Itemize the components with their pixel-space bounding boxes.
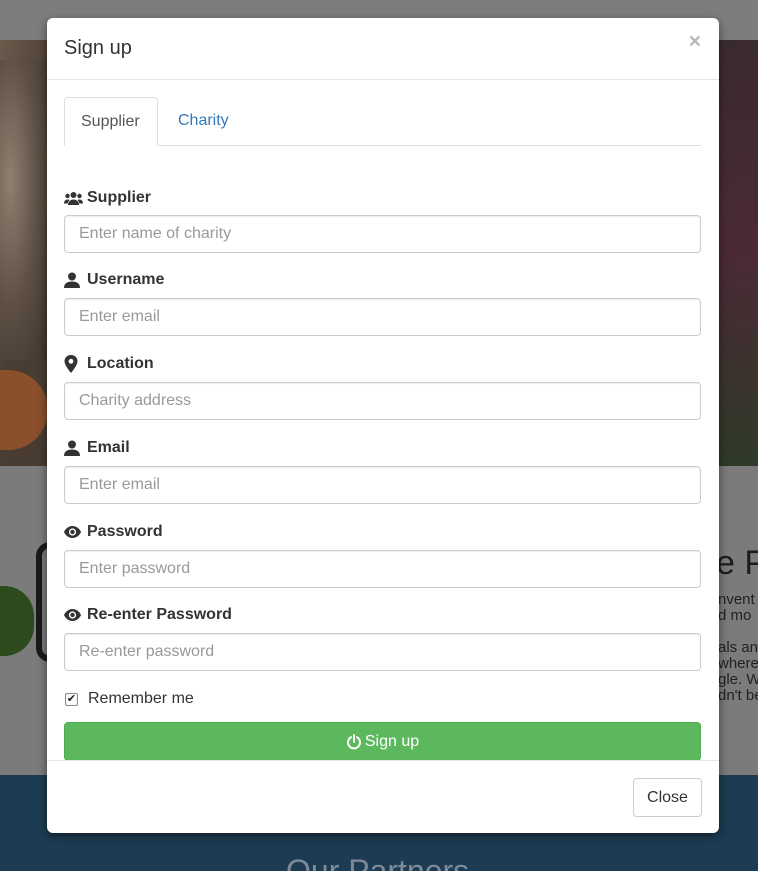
background-broccoli-image	[0, 586, 34, 656]
signup-button-label: Sign up	[364, 732, 420, 750]
background-text-line: als an	[718, 639, 758, 656]
location-label: Location	[64, 355, 154, 373]
remember-me-checkbox[interactable]: ✔	[65, 692, 78, 706]
tab-supplier[interactable]: Supplier	[64, 97, 158, 146]
background-text-line: gle. W	[718, 671, 758, 688]
signup-modal: Sign up × Supplier Charity Supplier User…	[47, 18, 719, 833]
background-text-line: nvent	[718, 591, 755, 608]
eye-icon	[64, 606, 84, 624]
modal-title: Sign up	[64, 37, 132, 59]
background-vegetable-left	[0, 60, 50, 360]
background-text-line: dn't be	[718, 687, 758, 704]
password-label-text: Password	[87, 523, 163, 540]
password-input[interactable]	[64, 550, 701, 588]
location-label-text: Location	[87, 355, 154, 372]
reenter-password-label-text: Re-enter Password	[87, 606, 232, 623]
signup-tabs: Supplier Charity	[64, 80, 701, 146]
modal-header: Sign up ×	[47, 18, 719, 80]
password-label: Password	[64, 523, 163, 541]
map-marker-icon	[64, 355, 84, 373]
remember-me[interactable]: ✔ Remember me	[64, 690, 194, 708]
signup-button[interactable]: Sign up	[64, 722, 701, 761]
background-text-line: where	[718, 655, 758, 672]
background-heading: e P	[716, 544, 758, 582]
power-icon	[346, 733, 362, 750]
background-vegetable-right	[718, 40, 758, 466]
location-input[interactable]	[64, 382, 701, 420]
background-partners-title: Our Partners	[286, 853, 470, 871]
tab-charity[interactable]: Charity	[162, 97, 245, 146]
user-icon	[64, 271, 84, 289]
background-carrot	[0, 370, 48, 450]
email-input[interactable]	[64, 466, 701, 504]
reenter-password-input[interactable]	[64, 633, 701, 671]
users-icon	[64, 189, 84, 207]
background-text-gap	[718, 624, 758, 640]
background-text-line: d mo	[718, 607, 752, 624]
close-button[interactable]: Close	[633, 778, 702, 817]
modal-body: Supplier Charity Supplier Username Locat…	[64, 80, 701, 761]
supplier-label: Supplier	[64, 189, 151, 207]
supplier-name-input[interactable]	[64, 215, 701, 253]
email-label-text: Email	[87, 439, 130, 456]
username-label-text: Username	[87, 271, 165, 288]
modal-footer: Close	[47, 760, 719, 833]
email-label: Email	[64, 439, 130, 457]
supplier-label-text: Supplier	[87, 189, 152, 206]
username-input[interactable]	[64, 298, 701, 336]
eye-icon	[64, 523, 84, 541]
user-icon	[64, 439, 84, 457]
close-icon[interactable]: ×	[689, 30, 701, 54]
remember-me-label: Remember me	[88, 690, 194, 707]
background-paragraph: nvent d mo als an where gle. W dn't be	[718, 592, 758, 704]
username-label: Username	[64, 271, 164, 289]
reenter-password-label: Re-enter Password	[64, 606, 232, 624]
